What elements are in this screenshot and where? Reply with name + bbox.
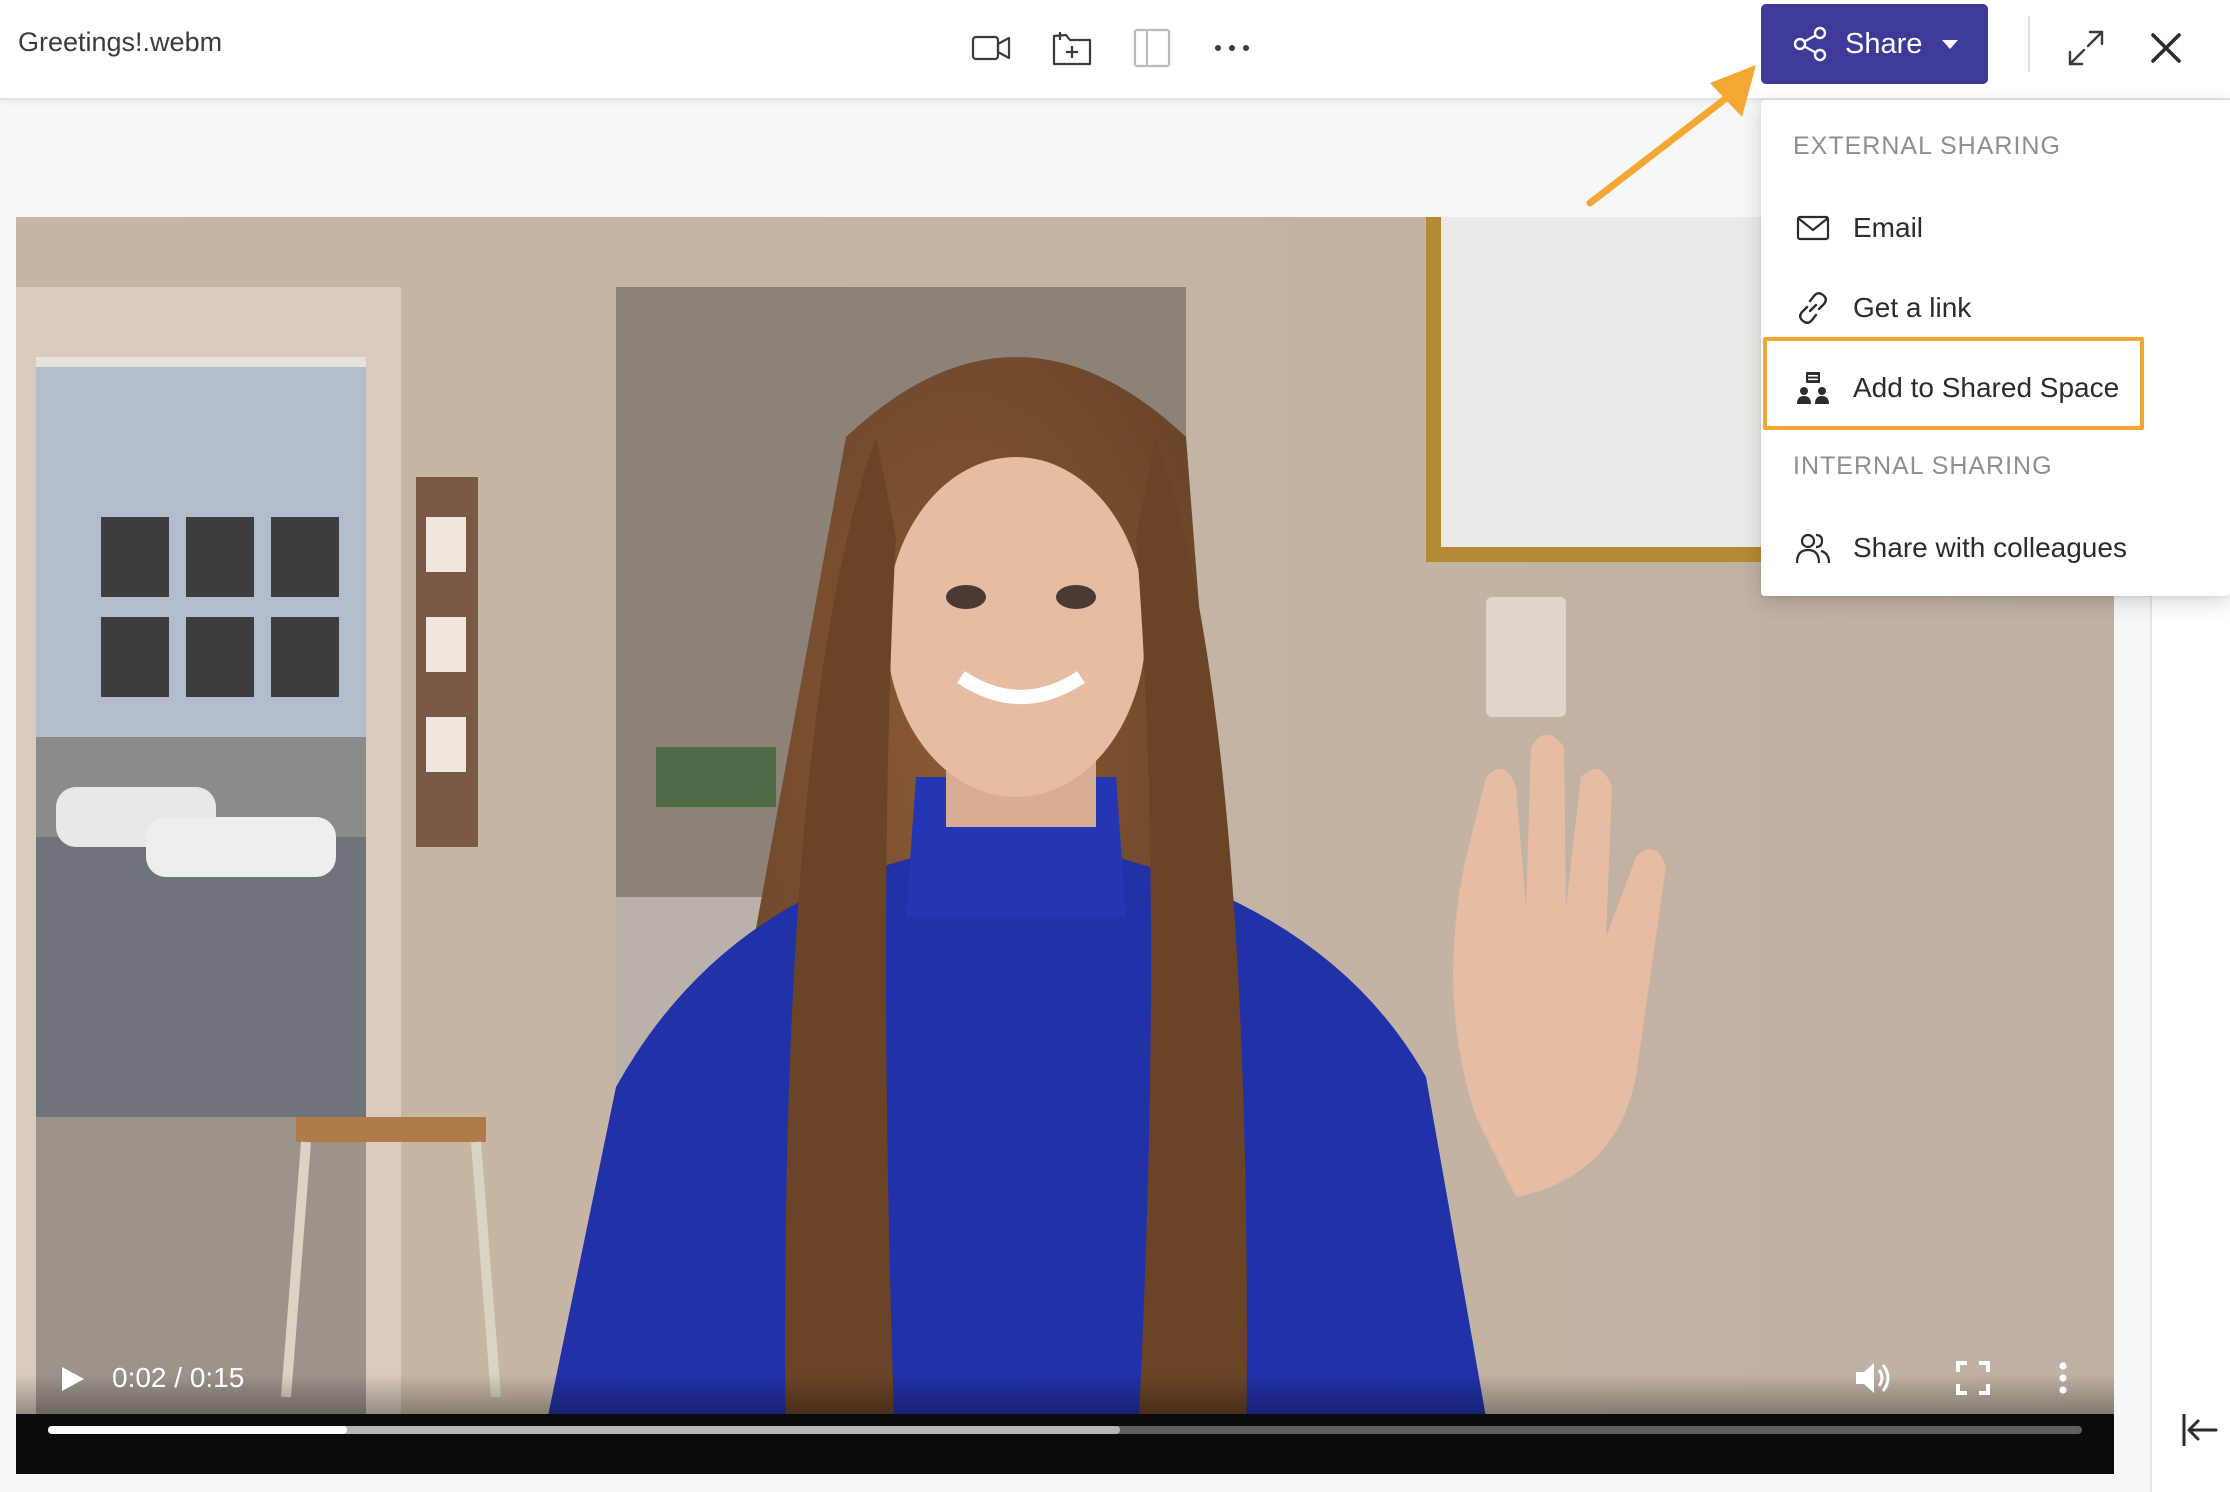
shared-space-icon — [1793, 368, 1833, 408]
add-to-folder-icon[interactable] — [1044, 20, 1100, 76]
progress-played — [48, 1426, 347, 1434]
controls-bar — [16, 1414, 2114, 1474]
share-icon — [1791, 25, 1829, 63]
toolbar-divider — [2028, 16, 2030, 72]
progress-bar[interactable] — [48, 1426, 2082, 1434]
file-name: Greetings!.webm — [18, 27, 223, 57]
menu-item-label: Get a link — [1853, 292, 1972, 323]
video-viewer: Greetings!.webm Share 0:02 / 0:15 EXTERN… — [0, 0, 2230, 1492]
link-icon — [1793, 288, 1833, 328]
top-toolbar: Greetings!.webm Share — [0, 0, 2230, 100]
volume-icon[interactable] — [1850, 1355, 1896, 1401]
menu-item-email[interactable]: Email — [1761, 190, 2230, 266]
expand-icon[interactable] — [2058, 20, 2114, 76]
menu-item-share-with-colleagues[interactable]: Share with colleagues — [1761, 510, 2230, 586]
panel-layout-icon[interactable] — [1124, 20, 1180, 76]
share-dropdown: EXTERNAL SHARING Email Get a link Add to… — [1761, 100, 2230, 596]
kebab-menu-icon[interactable] — [2048, 1355, 2078, 1401]
menu-item-get-link[interactable]: Get a link — [1761, 270, 2230, 346]
close-icon[interactable] — [2138, 20, 2194, 76]
external-sharing-heading: EXTERNAL SHARING — [1793, 132, 2061, 160]
internal-sharing-heading: INTERNAL SHARING — [1793, 452, 2053, 480]
menu-item-label: Add to Shared Space — [1853, 372, 2120, 403]
envelope-icon — [1793, 208, 1833, 248]
chevron-down-icon — [1942, 39, 1959, 49]
video-camera-icon[interactable] — [963, 20, 1019, 76]
more-options-icon[interactable] — [1204, 20, 1260, 76]
time-display: 0:02 / 0:15 — [112, 1362, 245, 1393]
menu-item-label: Share with colleagues — [1853, 532, 2127, 563]
share-label: Share — [1845, 27, 1923, 60]
people-icon — [1793, 528, 1833, 568]
fullscreen-icon[interactable] — [1950, 1355, 1996, 1401]
share-button[interactable]: Share — [1761, 4, 1988, 84]
menu-item-add-to-shared-space[interactable]: Add to Shared Space — [1761, 350, 2230, 426]
collapse-panel-icon[interactable] — [2178, 1408, 2222, 1452]
menu-item-label: Email — [1853, 212, 1924, 243]
play-icon[interactable] — [52, 1359, 92, 1399]
